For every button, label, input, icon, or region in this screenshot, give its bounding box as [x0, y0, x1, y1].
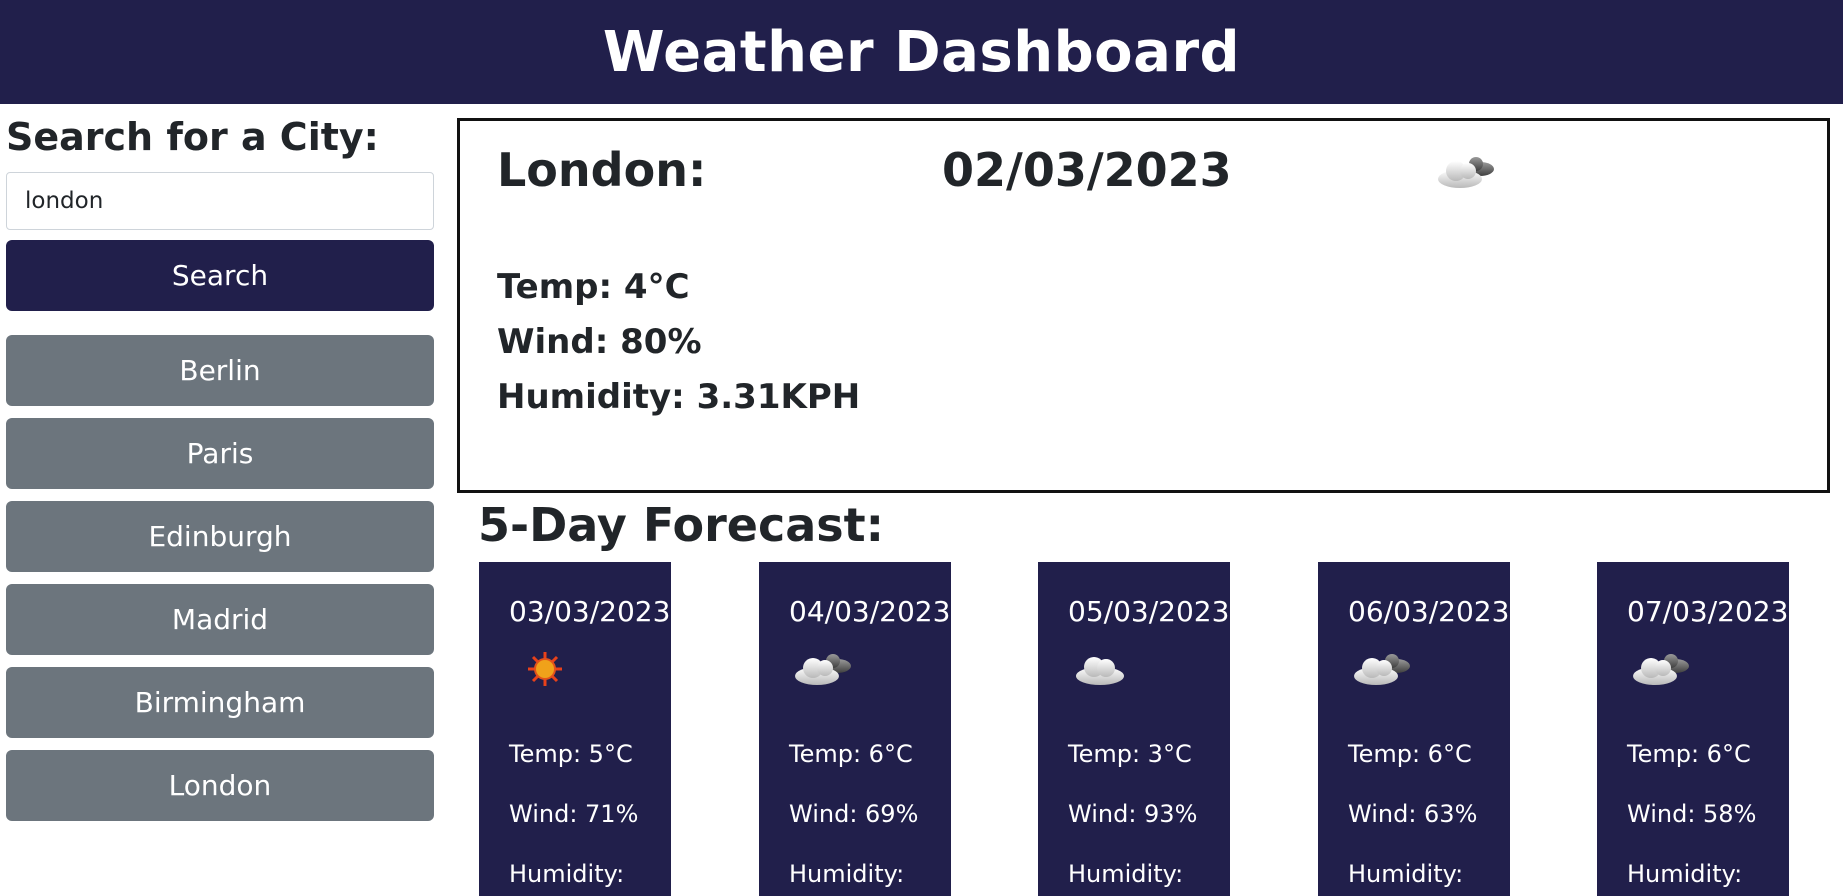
forecast-temp: Temp: 3°C [1068, 740, 1192, 768]
page-title: Weather Dashboard [602, 19, 1241, 85]
search-button[interactable]: Search [6, 240, 434, 311]
search-sidebar: Search for a City: Search Berlin Paris E… [6, 114, 434, 833]
forecast-wind: Wind: 69% [789, 800, 919, 828]
forecast-title: 5-Day Forecast: [478, 498, 885, 552]
partly-cloudy-icon [789, 646, 859, 692]
forecast-temp: Temp: 6°C [1348, 740, 1472, 768]
partly-cloudy-icon [1348, 646, 1418, 692]
sun-icon [509, 646, 579, 692]
forecast-cards: 03/03/2023 Temp: 5°C Wind: 71% Humidity:… [479, 562, 1839, 896]
forecast-humidity: Humidity: [1627, 860, 1743, 888]
current-date: 02/03/2023 [942, 143, 1232, 197]
current-humidity: Humidity: 3.31KPH [497, 377, 861, 417]
forecast-wind: Wind: 58% [1627, 800, 1757, 828]
forecast-card: 05/03/2023 Temp: 3°C Wind: 93% Humidity: [1038, 562, 1230, 896]
history-button-madrid[interactable]: Madrid [6, 584, 434, 655]
forecast-humidity: Humidity: [1068, 860, 1184, 888]
history-button-london[interactable]: London [6, 750, 434, 821]
history-button-paris[interactable]: Paris [6, 418, 434, 489]
history-button-edinburgh[interactable]: Edinburgh [6, 501, 434, 572]
current-temp: Temp: 4°C [497, 267, 690, 307]
forecast-humidity: Humidity: [509, 860, 625, 888]
forecast-wind: Wind: 93% [1068, 800, 1198, 828]
forecast-date: 03/03/2023 [509, 595, 671, 628]
forecast-date: 04/03/2023 [789, 595, 951, 628]
partly-cloudy-icon [1627, 646, 1697, 692]
forecast-wind: Wind: 63% [1348, 800, 1478, 828]
forecast-temp: Temp: 6°C [789, 740, 913, 768]
search-history-list: Berlin Paris Edinburgh Madrid Birmingham… [6, 335, 434, 821]
forecast-wind: Wind: 71% [509, 800, 639, 828]
app-header: Weather Dashboard [0, 0, 1843, 104]
forecast-humidity: Humidity: [1348, 860, 1464, 888]
forecast-date: 06/03/2023 [1348, 595, 1510, 628]
history-button-berlin[interactable]: Berlin [6, 335, 434, 406]
forecast-card: 04/03/2023 Temp: 6°C Wind: 69% Humidity: [759, 562, 951, 896]
partly-cloudy-icon [1432, 149, 1502, 195]
forecast-temp: Temp: 6°C [1627, 740, 1751, 768]
forecast-card: 03/03/2023 Temp: 5°C Wind: 71% Humidity: [479, 562, 671, 896]
current-city: London: [497, 143, 707, 197]
current-weather-header: London: 02/03/2023 [497, 143, 1797, 203]
forecast-temp: Temp: 5°C [509, 740, 633, 768]
forecast-card: 07/03/2023 Temp: 6°C Wind: 58% Humidity: [1597, 562, 1789, 896]
cloud-icon [1068, 646, 1138, 692]
current-wind: Wind: 80% [497, 322, 702, 362]
search-heading: Search for a City: [6, 115, 379, 159]
city-search-input[interactable] [6, 172, 434, 230]
forecast-card: 06/03/2023 Temp: 6°C Wind: 63% Humidity: [1318, 562, 1510, 896]
forecast-date: 05/03/2023 [1068, 595, 1230, 628]
forecast-date: 07/03/2023 [1627, 595, 1789, 628]
history-button-birmingham[interactable]: Birmingham [6, 667, 434, 738]
current-weather-panel: London: 02/03/2023 Temp: 4°C Wind: 80% H… [457, 118, 1830, 493]
forecast-humidity: Humidity: [789, 860, 905, 888]
